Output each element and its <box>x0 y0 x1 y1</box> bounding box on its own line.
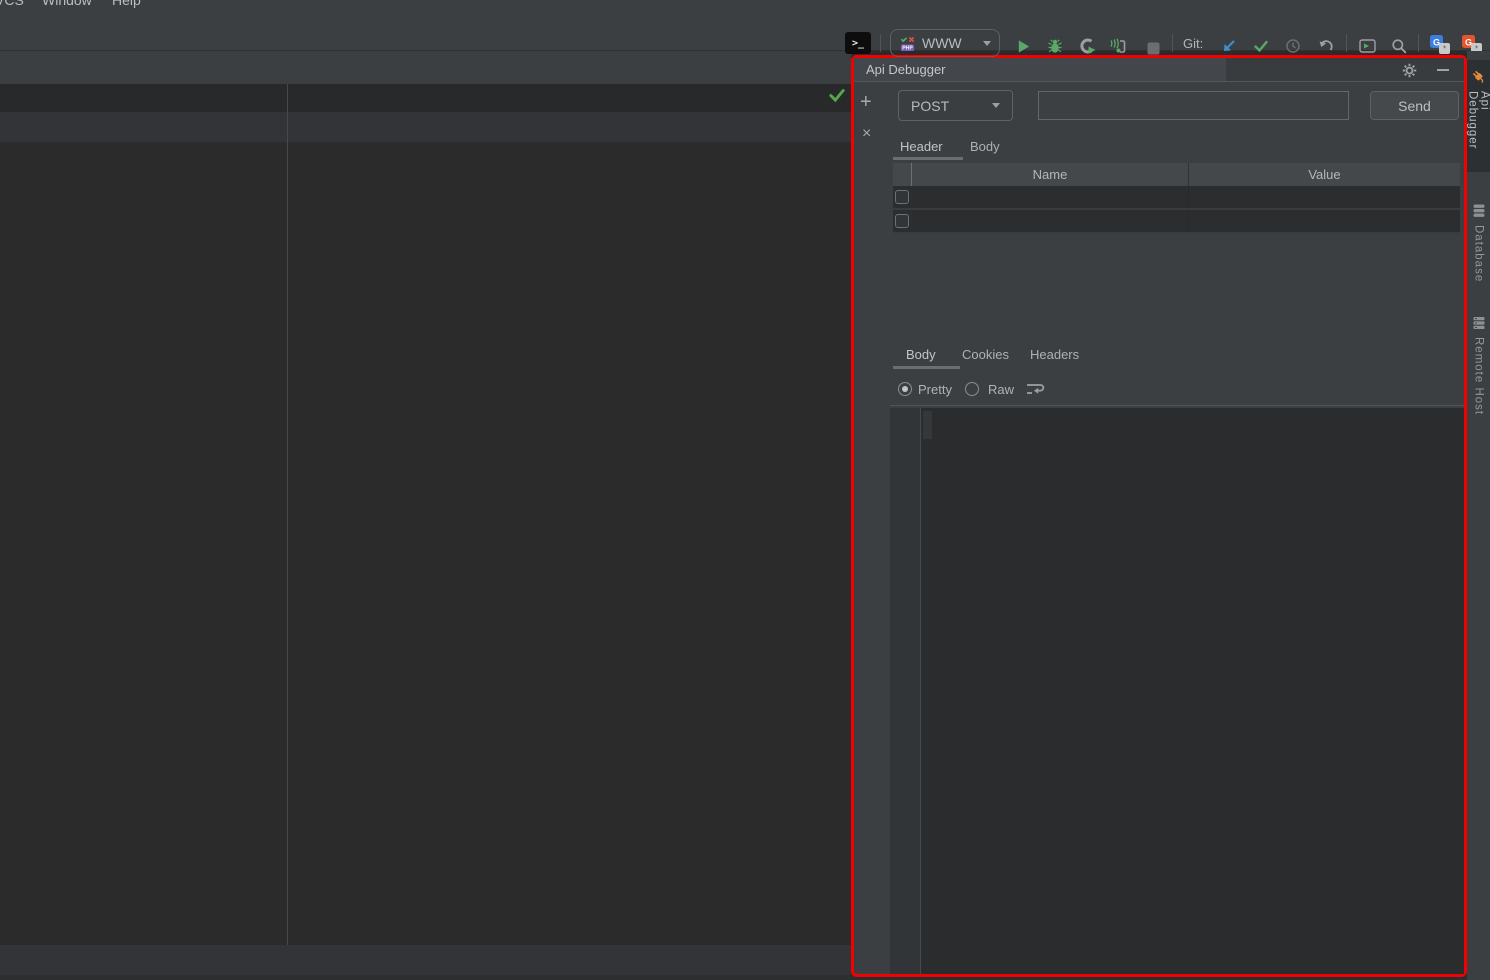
row-enabled-checkbox[interactable] <box>895 214 909 228</box>
caret-line-highlight <box>923 411 932 439</box>
tab-response-cookies[interactable]: Cookies <box>962 347 1009 362</box>
search-everywhere-button[interactable] <box>1388 35 1410 57</box>
editor-gutter <box>890 408 921 974</box>
toolbar-separator <box>880 34 881 52</box>
stripe-label: Api Debugger <box>1466 91 1490 150</box>
toolbar-separator <box>1418 34 1419 52</box>
http-method-value: POST <box>911 97 950 114</box>
toolbar-separator <box>1172 34 1173 52</box>
chevron-down-icon <box>992 103 1000 108</box>
editor-tab-strip <box>0 51 851 84</box>
column-header-name: Name <box>911 163 1188 186</box>
database-icon <box>1471 203 1487 219</box>
close-icon[interactable]: × <box>862 126 871 142</box>
plug-icon <box>1470 68 1487 85</box>
panel-title: Api Debugger <box>866 62 946 77</box>
toolbar-separator <box>1346 34 1347 52</box>
panel-header[interactable]: Api Debugger <box>854 58 1464 82</box>
run-with-coverage-button[interactable] <box>1076 35 1098 57</box>
run-configuration-select[interactable]: PHP WWW <box>890 29 1000 57</box>
row-name-cell[interactable] <box>911 186 1188 208</box>
request-headers-table: Name Value <box>893 163 1460 234</box>
translate-blue-icon[interactable]: G * <box>1428 33 1452 57</box>
soft-wrap-icon[interactable] <box>1026 382 1045 397</box>
tab-request-body[interactable]: Body <box>970 139 1000 154</box>
menu-vcs-label: VCS <box>0 0 24 8</box>
http-method-select[interactable]: POST <box>898 90 1013 121</box>
pretty-label[interactable]: Pretty <box>918 382 952 397</box>
table-header-row: Name Value <box>893 163 1460 186</box>
menu-help[interactable]: Help <box>112 0 141 8</box>
php-config-icon: PHP <box>899 35 916 52</box>
menu-window[interactable]: Window <box>42 0 92 8</box>
svg-text:PHP: PHP <box>902 45 913 51</box>
row-name-cell[interactable] <box>911 210 1188 232</box>
profiler-button[interactable] <box>1106 35 1128 57</box>
svg-text:G: G <box>1433 37 1440 47</box>
terminal-icon[interactable]: >_ <box>845 32 871 54</box>
row-value-cell[interactable] <box>1188 186 1460 208</box>
stripe-button-database[interactable]: Database <box>1467 203 1490 299</box>
api-debugger-panel: Api Debugger + × POST Send Header Body N… <box>851 55 1467 977</box>
menu-vcs[interactable]: VCS <box>0 0 24 8</box>
url-input[interactable] <box>1038 91 1349 120</box>
radio-dot <box>902 386 908 392</box>
run-config-label: WWW <box>922 35 962 51</box>
debug-button[interactable] <box>1044 35 1066 57</box>
remote-host-icon <box>1471 315 1487 331</box>
tab-underline <box>893 157 963 160</box>
tab-response-headers[interactable]: Headers <box>1030 347 1079 362</box>
gear-icon[interactable] <box>1400 61 1418 79</box>
response-editor[interactable] <box>890 408 1464 974</box>
git-update-button[interactable] <box>1218 35 1240 57</box>
tab-response-body[interactable]: Body <box>906 347 936 362</box>
tab-underline <box>893 366 960 369</box>
main-toolbar: >_ PHP WWW Git: G * G * <box>0 10 1490 57</box>
tab-request-header[interactable]: Header <box>900 139 943 154</box>
tool-window-stripe: Api Debugger Database Remote Host <box>1467 51 1490 980</box>
raw-label[interactable]: Raw <box>988 382 1014 397</box>
stripe-label: Database <box>1472 225 1485 283</box>
raw-radio[interactable] <box>965 382 979 396</box>
pretty-radio[interactable] <box>898 382 912 396</box>
git-label: Git: <box>1183 36 1204 51</box>
stripe-button-api-debugger[interactable]: Api Debugger <box>1467 60 1490 172</box>
stripe-label: Remote Host <box>1472 337 1485 416</box>
run-button[interactable] <box>1012 35 1034 57</box>
row-value-cell[interactable] <box>1188 210 1460 232</box>
table-row[interactable] <box>893 186 1460 210</box>
history-clock-icon <box>1282 35 1304 57</box>
separator <box>890 405 1464 406</box>
hide-panel-icon[interactable] <box>1434 61 1452 79</box>
rollback-button[interactable] <box>1314 35 1336 57</box>
table-row[interactable] <box>893 210 1460 234</box>
panel-left-toolbar: + × <box>854 82 890 974</box>
checkbox-column-header <box>893 163 911 186</box>
ide-window: VCS Window Help >_ PHP WWW <box>0 0 1490 980</box>
send-button[interactable]: Send <box>1370 91 1459 120</box>
row-enabled-checkbox[interactable] <box>895 190 909 204</box>
menu-bar: VCS Window Help <box>0 0 1490 10</box>
menu-help-label: Help <box>112 0 141 8</box>
run-anything-button[interactable] <box>1356 35 1378 57</box>
menu-window-label: Window <box>42 0 92 8</box>
svg-text:G: G <box>1465 37 1472 47</box>
stop-button <box>1142 37 1164 59</box>
editor-bottom-band <box>0 945 851 975</box>
right-margin-guide <box>287 84 288 945</box>
git-commit-button[interactable] <box>1250 35 1272 57</box>
inspection-ok-icon <box>828 86 846 104</box>
editor-first-line <box>0 84 851 112</box>
caret-line-highlight <box>0 112 851 142</box>
add-icon[interactable]: + <box>860 92 872 112</box>
column-header-value: Value <box>1188 163 1460 186</box>
stripe-button-remote-host[interactable]: Remote Host <box>1467 315 1490 425</box>
chevron-down-icon <box>983 40 991 46</box>
editor-area[interactable] <box>0 84 851 945</box>
